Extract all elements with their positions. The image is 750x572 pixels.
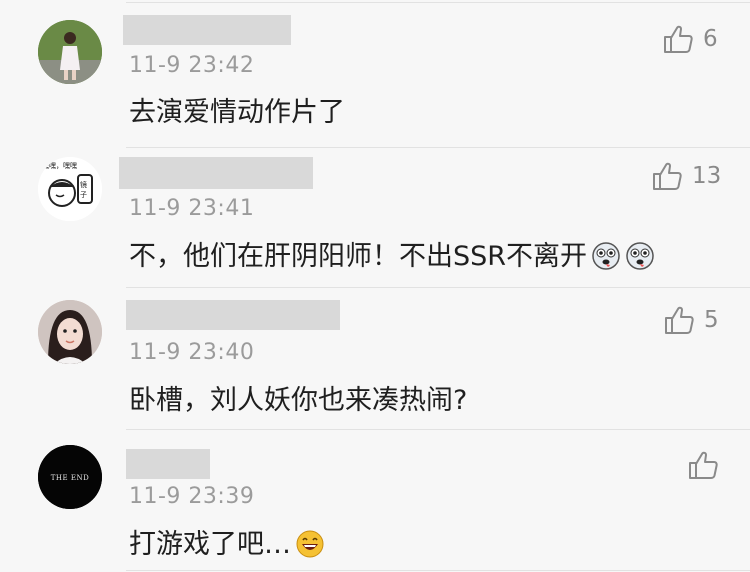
username-redacted[interactable] [119,157,313,189]
thumbs-up-icon [653,162,682,190]
username-redacted[interactable] [126,300,340,330]
username-redacted[interactable] [123,15,291,45]
like-count: 6 [703,26,718,52]
avatar[interactable] [38,300,102,364]
svg-text:镜: 镜 [80,180,87,189]
svg-text:子: 子 [80,191,87,199]
comment-time: 11-9 23:40 [129,340,255,365]
thumbs-up-icon [665,306,694,334]
divider [126,2,750,3]
comment-time: 11-9 23:42 [129,53,255,78]
comment-time: 11-9 23:39 [129,484,255,509]
dog-face-emoji-icon [625,241,655,278]
grinning-face-emoji-icon [295,529,325,566]
thumbs-up-icon [664,25,693,53]
like-button[interactable] [688,451,728,479]
divider [126,287,750,288]
like-button[interactable]: 13 [652,162,721,190]
comment-text: 去演爱情动作片了 [129,97,345,128]
avatar[interactable]: THE END [38,445,102,509]
divider [126,147,750,148]
avatar-text: THE END [51,474,89,482]
svg-text:嘿嘿，嘿嘿: 嘿嘿，嘿嘿 [42,162,77,170]
comment-text: 不，他们在肝阴阳师！不出SSR不离开 [129,234,655,278]
comment-time: 11-9 23:41 [129,196,255,221]
like-count: 13 [692,163,722,189]
comment-text: 打游戏了吧… [129,522,325,566]
comment-text: 卧槽，刘人妖你也来凑热闹? [129,385,468,416]
avatar[interactable] [38,20,102,84]
like-button[interactable]: 5 [664,306,719,334]
username-redacted[interactable] [126,449,210,479]
like-count: 5 [704,307,719,333]
divider [126,570,750,571]
divider [126,429,750,430]
dog-face-emoji-icon [591,241,621,278]
thumbs-up-icon [689,451,718,479]
like-button[interactable]: 6 [663,25,718,53]
avatar[interactable]: 嘿嘿，嘿嘿 镜 子 [38,157,102,221]
